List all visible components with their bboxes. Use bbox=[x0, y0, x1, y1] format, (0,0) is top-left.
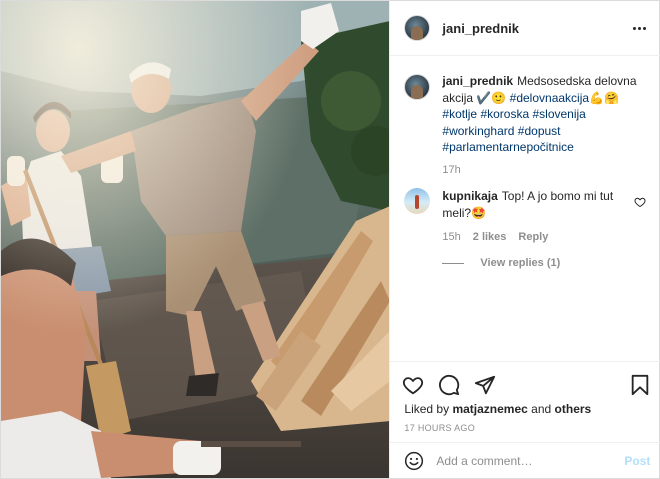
comment: kupnikaja Top! A jo bomo mi tut meli?🤩 15… bbox=[404, 188, 650, 246]
save-button[interactable] bbox=[630, 374, 650, 396]
post-image bbox=[1, 1, 390, 478]
post-actions: Liked by matjaznemec and others 17 HOURS… bbox=[390, 361, 660, 478]
post-timestamp[interactable]: 17 HOURS AGO bbox=[404, 423, 475, 433]
liked-by-user[interactable]: matjaznemec bbox=[452, 402, 527, 416]
view-replies-button[interactable]: View replies (1) bbox=[442, 257, 560, 269]
comment-likes[interactable]: 2 likes bbox=[473, 229, 507, 246]
action-icons bbox=[402, 374, 496, 396]
post-header: jani_prednik bbox=[390, 1, 660, 56]
author-username[interactable]: jani_prednik bbox=[442, 21, 519, 36]
post-photo[interactable] bbox=[1, 1, 390, 478]
comment-time[interactable]: 15h bbox=[442, 229, 460, 246]
liked-by-and: and bbox=[531, 402, 552, 416]
view-replies-label: View replies (1) bbox=[480, 257, 561, 269]
reply-button[interactable]: Reply bbox=[518, 229, 548, 246]
share-icon[interactable] bbox=[474, 374, 496, 396]
comment-heart-icon[interactable] bbox=[634, 196, 646, 208]
post-caption: jani_prednik Medsosedska delovna akcija ✔… bbox=[404, 73, 644, 178]
commenter-avatar[interactable] bbox=[404, 188, 431, 214]
caption-author-avatar[interactable] bbox=[404, 74, 431, 100]
author-avatar[interactable] bbox=[404, 15, 431, 41]
liked-by-others[interactable]: others bbox=[555, 402, 592, 416]
hashtag-link[interactable]: #dopust bbox=[518, 124, 561, 138]
instagram-post: jani_prednik jani_prednik Medsosedska del… bbox=[0, 0, 660, 479]
bookmark-icon[interactable] bbox=[630, 374, 650, 396]
caption-username[interactable]: jani_prednik bbox=[442, 74, 513, 88]
add-comment-bar: Add a comment… Post bbox=[390, 442, 660, 479]
commenter-username[interactable]: kupnikaja bbox=[442, 189, 497, 203]
liked-by-prefix: Liked by bbox=[404, 402, 450, 416]
post-details-panel: jani_prednik jani_prednik Medsosedska del… bbox=[389, 1, 660, 478]
more-options-icon[interactable] bbox=[628, 18, 650, 38]
replies-divider bbox=[442, 262, 465, 264]
hashtag-link[interactable]: #koroska bbox=[480, 107, 529, 121]
caption-time[interactable]: 17h bbox=[442, 162, 642, 179]
caption-text-block: jani_prednik Medsosedska delovna akcija ✔… bbox=[442, 73, 642, 178]
hashtag-link[interactable]: #parlamentarnepočitnice bbox=[442, 140, 573, 154]
comment-icon[interactable] bbox=[438, 374, 460, 396]
heart-icon[interactable] bbox=[402, 374, 424, 396]
hashtag-link[interactable]: #kotlje bbox=[442, 107, 477, 121]
comment-input[interactable]: Add a comment… bbox=[436, 454, 624, 468]
emoji-icon[interactable] bbox=[404, 451, 424, 471]
comment-meta: 15h 2 likes Reply bbox=[442, 229, 622, 246]
post-comment-button[interactable]: Post bbox=[624, 454, 650, 468]
comment-body: kupnikaja Top! A jo bomo mi tut meli?🤩 15… bbox=[442, 188, 622, 246]
hashtag-link[interactable]: #slovenija bbox=[532, 107, 585, 121]
hashtag-link[interactable]: #delovnaakcija💪🤗 bbox=[510, 91, 619, 105]
liked-by: Liked by matjaznemec and others bbox=[404, 402, 591, 416]
hashtag-link[interactable]: #workinghard bbox=[442, 124, 514, 138]
